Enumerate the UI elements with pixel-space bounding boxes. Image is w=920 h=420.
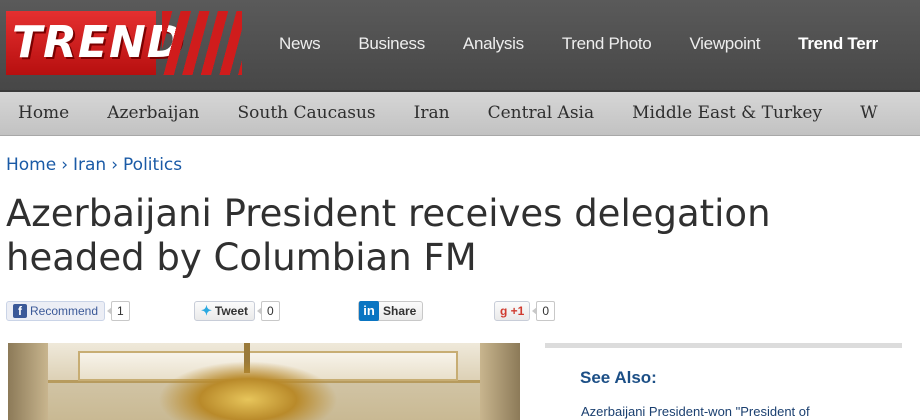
section-nav-home[interactable]: Home — [18, 103, 69, 123]
breadcrumb-home[interactable]: Home — [6, 155, 56, 175]
photo-wall-right — [480, 343, 520, 420]
see-also-link[interactable]: Azerbaijani President-won "President of — [581, 404, 810, 419]
top-header-bar: TREND News Business Analysis Trend Photo… — [0, 0, 920, 92]
facebook-share-group: f Recommend 1 — [6, 300, 130, 322]
section-nav-azerbaijan[interactable]: Azerbaijan — [107, 103, 199, 123]
linkedin-share-group: in Share — [358, 300, 424, 322]
facebook-count: 1 — [107, 301, 130, 321]
breadcrumb-separator: › — [111, 155, 119, 175]
breadcrumb-iran[interactable]: Iran — [73, 155, 106, 175]
see-also-box: See Also: Azerbaijani President-won "Pre… — [545, 343, 902, 420]
top-nav-trend-photo[interactable]: Trend Photo — [562, 34, 652, 64]
googleplus-button[interactable]: g +1 — [494, 301, 531, 321]
section-nav: Home Azerbaijan South Caucasus Iran Cent… — [0, 92, 920, 136]
top-nav-business[interactable]: Business — [358, 34, 425, 64]
twitter-bird-icon: ✦ — [201, 303, 212, 318]
article-photo — [8, 343, 520, 420]
top-nav-analysis[interactable]: Analysis — [463, 34, 524, 64]
see-also-title: See Also: — [580, 368, 657, 387]
twitter-share-group: ✦ Tweet 0 — [194, 300, 280, 322]
photo-wall-left — [8, 343, 48, 420]
linkedin-icon: in — [359, 301, 379, 321]
breadcrumb-politics[interactable]: Politics — [123, 155, 182, 175]
tweet-label: Tweet — [214, 304, 249, 318]
linkedin-share-button[interactable]: in Share — [358, 301, 424, 321]
logo-stripes — [162, 11, 242, 75]
linkedin-share-label: Share — [383, 304, 417, 318]
section-nav-central-asia[interactable]: Central Asia — [488, 103, 595, 123]
breadcrumb-separator: › — [61, 155, 69, 175]
top-nav-viewpoint[interactable]: Viewpoint — [689, 34, 760, 64]
facebook-recommend-button[interactable]: f Recommend — [6, 301, 106, 321]
breadcrumb: Home › Iran › Politics — [6, 155, 182, 175]
top-nav-news[interactable]: News — [279, 34, 321, 64]
logo-text: TREND — [6, 11, 183, 75]
googleplus-count: 0 — [532, 301, 556, 321]
section-nav-south-caucasus[interactable]: South Caucasus — [237, 103, 375, 123]
trend-logo[interactable]: TREND — [6, 11, 242, 75]
tweet-count: 0 — [257, 301, 280, 321]
section-nav-iran[interactable]: Iran — [414, 103, 450, 123]
top-nav-trend-terminal[interactable]: Trend Terr — [798, 34, 878, 64]
article-title: Azerbaijani President receives delegatio… — [6, 192, 771, 279]
facebook-recommend-label: Recommend — [30, 304, 99, 318]
tweet-button[interactable]: ✦ Tweet — [194, 301, 256, 321]
chandelier — [158, 361, 338, 420]
googleplus-share-group: g +1 0 — [494, 300, 556, 322]
section-nav-middle-east-turkey[interactable]: Middle East & Turkey — [632, 103, 822, 123]
section-nav-world[interactable]: W — [860, 103, 877, 123]
facebook-icon: f — [13, 304, 27, 318]
top-nav: News Business Analysis Trend Photo Viewp… — [279, 34, 916, 64]
